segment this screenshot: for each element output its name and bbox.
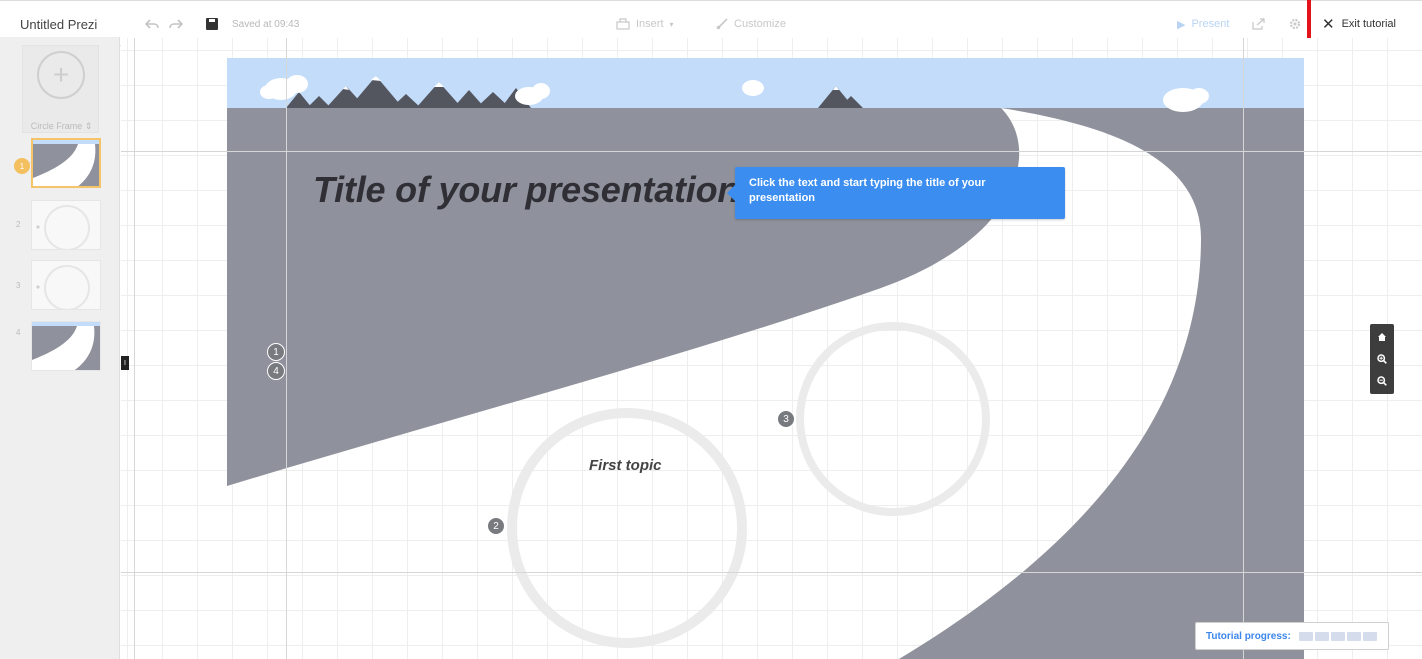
- tutorial-progress-bar: [1298, 631, 1377, 641]
- add-frame-button[interactable]: + Circle Frame ⇕: [22, 45, 99, 133]
- slide-thumbnail-4[interactable]: [31, 321, 101, 371]
- slide-thumbnail-1[interactable]: [31, 138, 101, 188]
- frame-guide-line: [121, 151, 1422, 152]
- zoom-controls: [1370, 324, 1394, 394]
- path-point-3[interactable]: 3: [777, 410, 795, 428]
- slide-preview: [32, 201, 100, 249]
- presentation-background: [227, 58, 1304, 659]
- first-topic-text[interactable]: First topic: [589, 457, 662, 474]
- slide-preview: [32, 261, 100, 309]
- brush-icon: [716, 18, 728, 30]
- play-icon: ▶: [1177, 18, 1186, 31]
- slide-preview: [32, 322, 100, 370]
- progress-step: [1298, 631, 1313, 641]
- tutorial-tooltip: Click the text and start typing the titl…: [727, 167, 1065, 219]
- path-point-1[interactable]: 1: [267, 343, 285, 361]
- share-icon: [1251, 18, 1265, 30]
- insert-label: Insert: [636, 18, 664, 30]
- home-icon: [1378, 333, 1386, 341]
- frame-guide-line: [134, 38, 135, 659]
- home-button[interactable]: [1370, 326, 1394, 348]
- plus-icon: +: [37, 51, 85, 99]
- undo-icon: [145, 19, 159, 29]
- progress-step: [1314, 631, 1329, 641]
- path-point-2[interactable]: 2: [487, 517, 505, 535]
- slide-sidebar: + Circle Frame ⇕ 1 2 3 4: [0, 37, 120, 659]
- tutorial-progress: Tutorial progress:: [1195, 622, 1389, 650]
- save-icon: [206, 18, 218, 30]
- prezi-canvas[interactable]: Title of your presentation Click the tex…: [121, 38, 1422, 659]
- present-label: Present: [1191, 18, 1230, 30]
- frame-guide-line: [286, 38, 287, 659]
- frame-guide-line: [1243, 38, 1244, 659]
- insert-icon: [616, 18, 630, 30]
- slide-thumbnail-2[interactable]: [31, 200, 101, 250]
- progress-step: [1346, 631, 1361, 641]
- gear-icon: [1289, 18, 1301, 30]
- zoom-out-icon: [1377, 376, 1387, 386]
- progress-step: [1330, 631, 1345, 641]
- slide-number-badge: 1: [14, 158, 30, 174]
- redo-icon: [169, 19, 183, 29]
- slide-thumbnail-3[interactable]: [31, 260, 101, 310]
- zoom-in-icon: [1377, 354, 1387, 364]
- zoom-in-button[interactable]: [1370, 348, 1394, 370]
- progress-step: [1362, 631, 1377, 641]
- frame-type-selector[interactable]: Circle Frame ⇕: [23, 121, 100, 132]
- frame-guide-line: [121, 572, 1422, 573]
- customize-label: Customize: [734, 18, 786, 30]
- zoom-out-button[interactable]: [1370, 370, 1394, 392]
- chevron-down-icon: ▾: [669, 19, 674, 29]
- slide-number: 2: [16, 220, 21, 229]
- slide-preview: [33, 140, 99, 186]
- path-point-4[interactable]: 4: [267, 362, 285, 380]
- sidebar-resize-handle[interactable]: I: [121, 356, 129, 370]
- slide-number: 4: [16, 328, 21, 337]
- presentation-title[interactable]: Title of your presentation: [313, 169, 739, 211]
- slide-number: 3: [16, 281, 21, 290]
- tutorial-progress-label: Tutorial progress:: [1206, 630, 1291, 642]
